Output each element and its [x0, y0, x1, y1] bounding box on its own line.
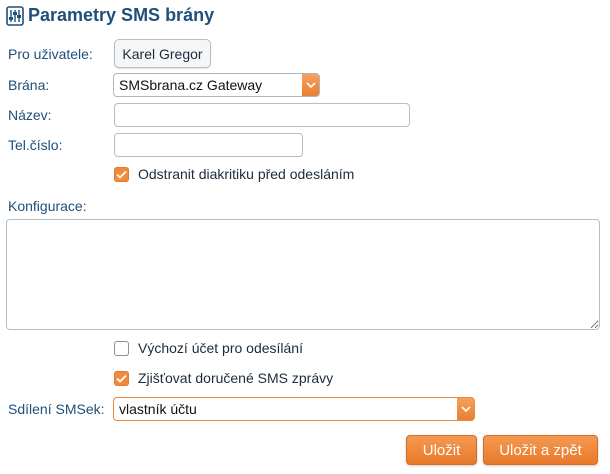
- phone-label: Tel.číslo:: [8, 137, 63, 153]
- sharing-select-value: vlastník účtu: [119, 401, 197, 417]
- page-title: Parametry SMS brány: [6, 5, 214, 26]
- remove-diacritics-label: Odstranit diakritiku před odesláním: [138, 166, 355, 182]
- configuration-label: Konfigurace:: [8, 198, 87, 214]
- chevron-down-icon[interactable]: [457, 398, 474, 420]
- user-label: Pro uživatele:: [8, 46, 93, 62]
- name-input[interactable]: [114, 103, 410, 127]
- track-delivered-label: Zjišťovat doručené SMS zprávy: [138, 370, 334, 386]
- gateway-label: Brána:: [8, 77, 50, 93]
- phone-input[interactable]: [114, 133, 303, 157]
- page-title-text: Parametry SMS brány: [28, 5, 215, 25]
- save-button[interactable]: Uložit: [406, 435, 477, 465]
- track-delivered-row[interactable]: Zjišťovat doručené SMS zprávy: [114, 370, 333, 386]
- default-account-checkbox[interactable]: [114, 340, 129, 356]
- sliders-icon: [6, 5, 24, 26]
- sharing-label: Sdílení SMSek:: [8, 401, 105, 417]
- save-and-back-button[interactable]: Uložit a zpět: [483, 435, 598, 465]
- default-account-row[interactable]: Výchozí účet pro odesílání: [114, 340, 303, 356]
- gateway-select[interactable]: SMSbrana.cz Gateway: [113, 73, 320, 97]
- default-account-label: Výchozí účet pro odesílání: [138, 340, 303, 356]
- remove-diacritics-row[interactable]: Odstranit diakritiku před odesláním: [114, 166, 354, 182]
- configuration-textarea[interactable]: [6, 219, 600, 330]
- gateway-select-value: SMSbrana.cz Gateway: [119, 77, 263, 93]
- user-select-button[interactable]: Karel Gregor: [114, 39, 211, 68]
- track-delivered-checkbox[interactable]: [114, 370, 129, 386]
- sharing-select[interactable]: vlastník účtu: [113, 397, 475, 421]
- name-label: Název:: [8, 107, 52, 123]
- chevron-down-icon[interactable]: [302, 74, 319, 96]
- remove-diacritics-checkbox[interactable]: [114, 166, 129, 182]
